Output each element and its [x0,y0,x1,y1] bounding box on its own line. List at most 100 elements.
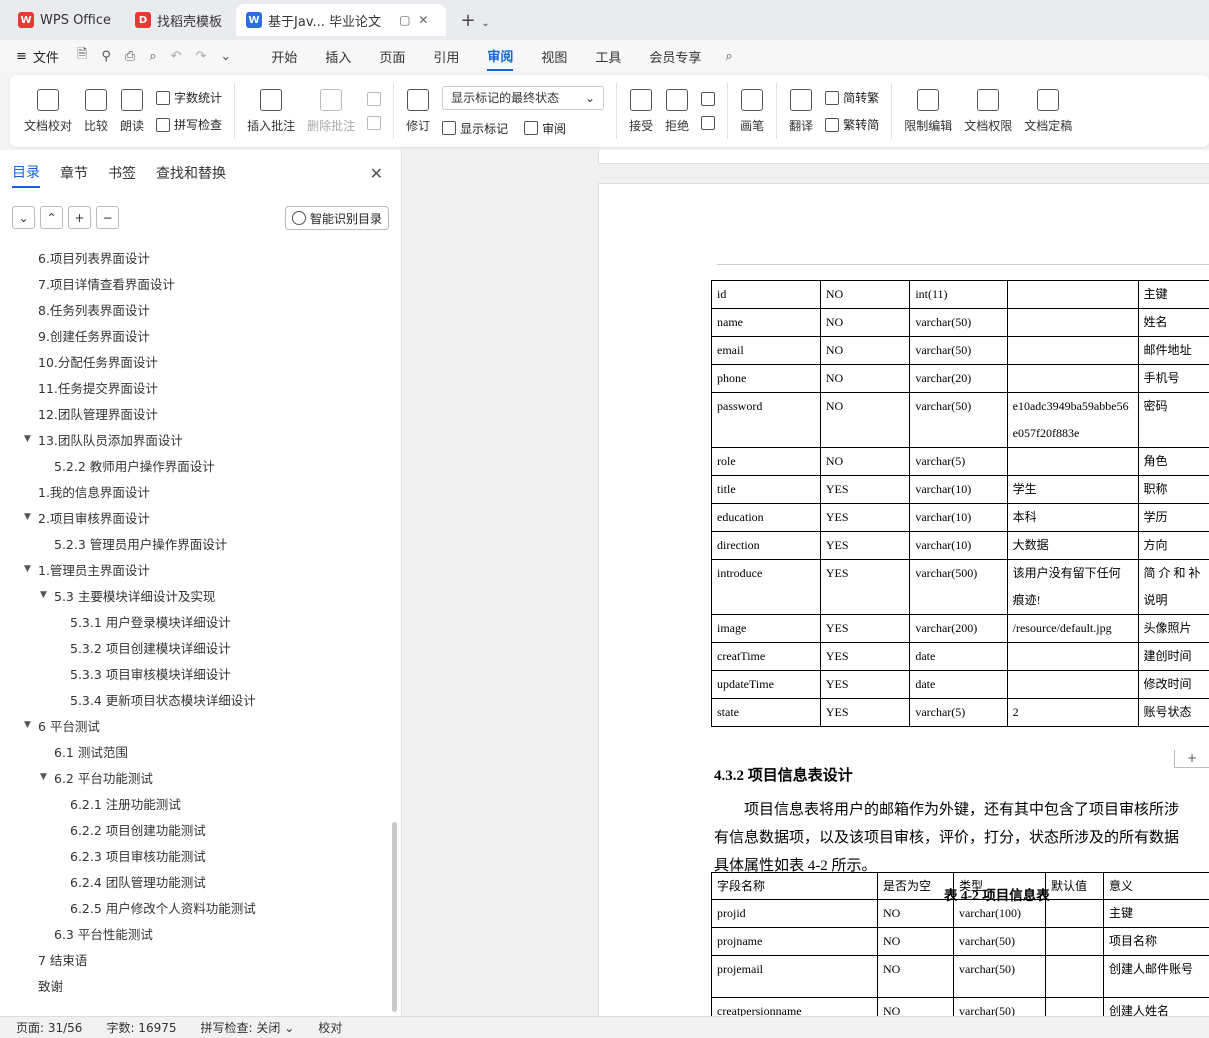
to-traditional-button[interactable]: 简转繁 [825,89,879,106]
table-cell[interactable]: education [711,503,821,532]
table-cell[interactable]: YES [819,670,911,699]
table-cell[interactable]: 学历 [1137,503,1209,532]
compare-button[interactable]: 比较 [78,81,114,141]
table-cell[interactable] [1006,447,1139,476]
table-cell[interactable]: 修改时间 [1137,670,1209,699]
table-cell[interactable]: NO [877,955,954,998]
save-icon[interactable]: 🗎 [77,45,87,67]
toc-item[interactable]: ▼ 2.项目审核界面设计 [24,506,150,528]
show-markup-button[interactable]: 显示标记 [460,120,508,137]
table-cell[interactable]: id [711,280,821,309]
table-cell[interactable]: varchar(200) [909,614,1008,643]
toc-item[interactable]: 6.3 平台性能测试 [54,922,153,944]
translate-button[interactable]: 翻译 [783,81,819,141]
tab-wps-office[interactable]: W WPS Office [8,4,121,36]
table-cell[interactable]: e10adc3949ba59abbe56 e057f20f883e [1006,392,1139,448]
table-cell[interactable]: YES [819,642,911,671]
accept-button[interactable]: 接受 [623,81,659,141]
table-cell[interactable]: direction [711,531,821,560]
table-cell[interactable]: introduce [711,559,821,615]
table-cell[interactable]: NO [819,280,911,309]
table-cell[interactable]: YES [819,614,911,643]
print-preview-icon[interactable]: ⌕ [149,49,156,64]
chevron-down-icon[interactable]: ⌄ [220,49,231,64]
file-menu[interactable]: ≡ 文件 [16,47,59,66]
remove-level-icon[interactable]: − [96,206,119,229]
table-cell[interactable]: 2 [1006,698,1139,727]
table-cell[interactable]: date [909,642,1008,671]
toc-item[interactable]: ▼ 5.3 主要模块详细设计及实现 [40,584,215,606]
table-cell[interactable]: 本科 [1006,503,1139,532]
table-cell[interactable]: 建创时间 [1137,642,1209,671]
table-cell[interactable]: NO [819,364,911,393]
table-cell[interactable]: int(11) [909,280,1008,309]
close-tab-icon[interactable]: ✕ [418,13,436,27]
table-cell[interactable] [1006,642,1139,671]
toc-item[interactable]: 10.分配任务界面设计 [38,350,158,372]
page-indicator[interactable]: 页面: 31/56 [16,1019,82,1036]
toc-item[interactable]: 6.2.3 项目审核功能测试 [70,844,206,866]
next-change-button[interactable] [701,116,716,130]
table-cell[interactable]: YES [819,698,911,727]
table-cell[interactable]: 创建人邮件账号 [1103,955,1209,998]
toc-item[interactable]: 致谢 [38,974,63,996]
table-cell[interactable]: NO [819,308,911,337]
insert-comment-button[interactable]: 插入批注 [241,81,301,141]
table-cell[interactable]: 职称 [1137,475,1209,504]
table-cell[interactable]: 方向 [1137,531,1209,560]
table-cell[interactable]: projemail [711,955,878,998]
toc-item[interactable]: 7 结束语 [38,948,87,970]
tab-start[interactable]: 开始 [271,43,297,70]
proofread-indicator[interactable]: 校对 [318,1019,342,1036]
toc-item[interactable]: 6.项目列表界面设计 [38,246,150,268]
toc-item[interactable]: 9.创建任务界面设计 [38,324,150,346]
table-cell[interactable]: name [711,308,821,337]
revise-button[interactable]: 修订 [400,81,436,141]
table-cell[interactable]: 大数据 [1006,531,1139,560]
table-cell[interactable]: varchar(5) [909,698,1008,727]
table-cell[interactable]: varchar(5) [909,447,1008,476]
word-count-indicator[interactable]: 字数: 16975 [106,1019,176,1036]
toc-item[interactable]: 6.2.1 注册功能测试 [70,792,181,814]
table-cell[interactable]: varchar(20) [909,364,1008,393]
table-cell[interactable]: 账号状态 [1137,698,1209,727]
prev-change-button[interactable] [701,92,716,106]
table-cell[interactable]: YES [819,559,911,615]
close-icon[interactable]: ✕ [370,164,383,183]
tab-view[interactable]: 视图 [541,43,567,70]
table-cell[interactable]: varchar(50) [953,955,1046,998]
table-cell[interactable]: NO [877,927,954,956]
restrict-edit-button[interactable]: 限制编辑 [898,81,958,141]
nav-tab-bookmark[interactable]: 书签 [108,159,136,187]
table-cell[interactable] [1006,308,1139,337]
toc-item[interactable]: 11.任务提交界面设计 [38,376,158,398]
reject-button[interactable]: 拒绝 [659,81,695,141]
caret-down-icon[interactable]: ▼ [24,720,31,730]
caret-down-icon[interactable]: ▼ [40,772,47,782]
nav-tab-chapter[interactable]: 章节 [60,159,88,187]
table-cell[interactable]: NO [819,392,911,448]
caret-down-icon[interactable]: ▼ [24,564,31,574]
toc-item[interactable]: ▼ 1.管理员主界面设计 [24,558,150,580]
add-level-icon[interactable]: + [68,206,91,229]
toc-item[interactable]: 5.3.1 用户登录模块详细设计 [70,610,231,632]
prev-comment-button[interactable] [367,92,382,106]
table-cell[interactable]: date [909,670,1008,699]
nav-tab-toc[interactable]: 目录 [12,158,40,188]
table-cell[interactable]: state [711,698,821,727]
table-cell[interactable] [1006,336,1139,365]
table-cell[interactable] [1045,955,1104,998]
toc-item[interactable]: ▼ 13.团队队员添加界面设计 [24,428,183,450]
table-cell[interactable]: YES [819,503,911,532]
table-cell[interactable]: image [711,614,821,643]
table-cell[interactable]: projid [711,899,878,928]
redo-icon[interactable]: ↷ [196,49,207,64]
table-cell[interactable]: 姓名 [1137,308,1209,337]
table-cell[interactable]: varchar(50) [909,392,1008,448]
table-cell[interactable]: 密码 [1137,392,1209,448]
table-cell[interactable]: 手机号 [1137,364,1209,393]
table-cell[interactable]: varchar(50) [953,997,1046,1016]
toc-item[interactable]: 7.项目详情查看界面设计 [38,272,175,294]
table-cell[interactable]: password [711,392,821,448]
table-cell[interactable]: varchar(10) [909,531,1008,560]
